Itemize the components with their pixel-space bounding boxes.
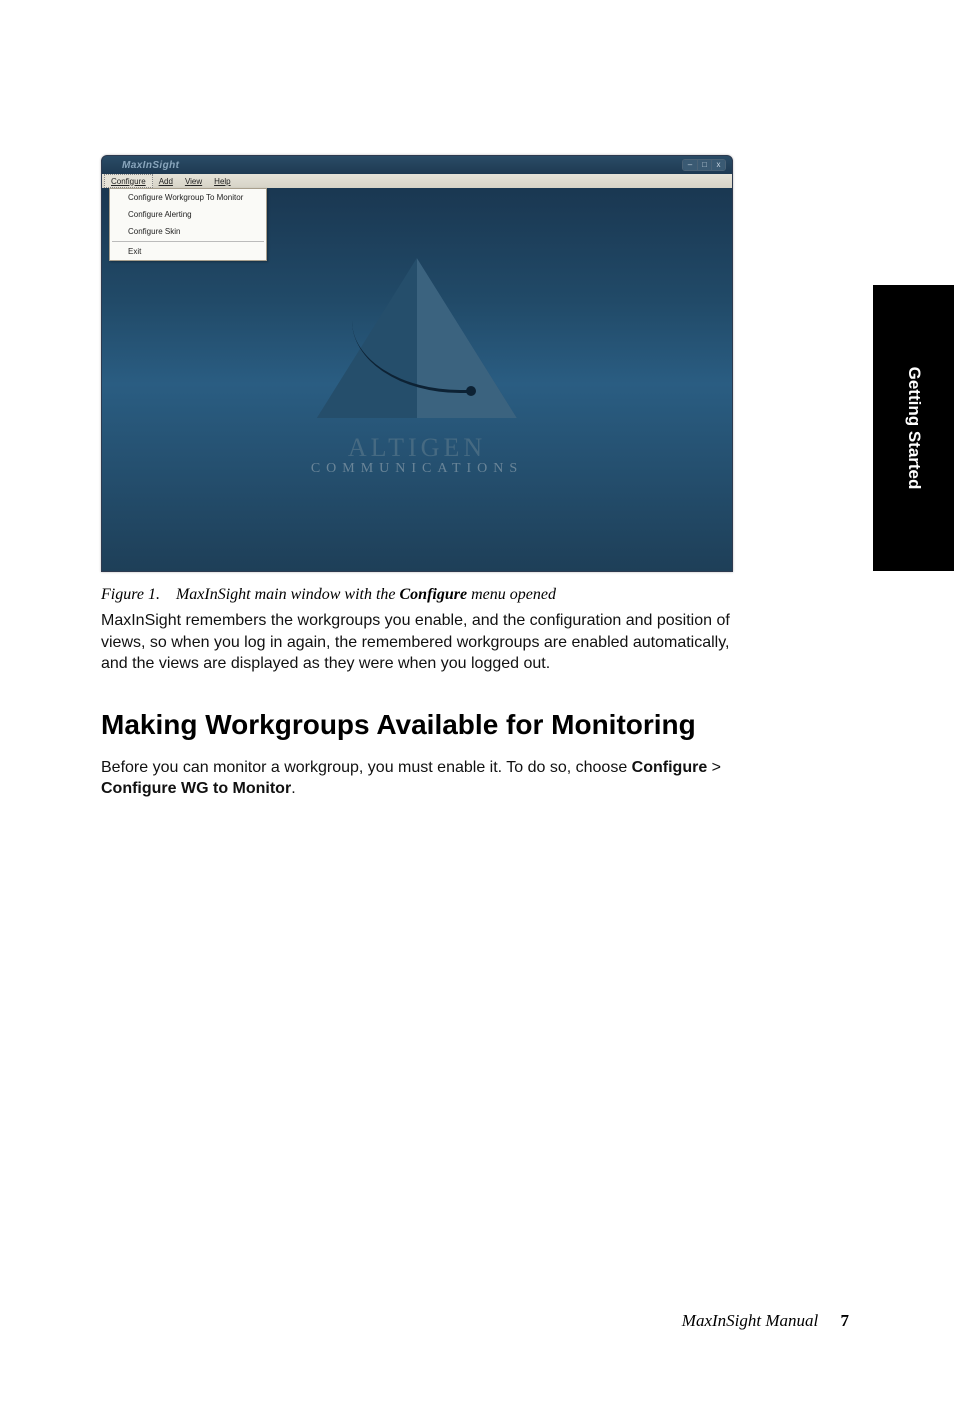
menu-configure[interactable]: Configure [104, 174, 153, 188]
altigen-logo: ALTIGEN COMMUNICATIONS [311, 258, 523, 477]
para2-pre: Before you can monitor a workgroup, you … [101, 759, 632, 776]
chapter-side-tab-label: Getting Started [904, 367, 924, 490]
window-title: MaxInSight [122, 160, 179, 171]
menubar: Configure Add View Help [102, 174, 732, 188]
caption-bold: Configure [400, 586, 468, 603]
para2-bold1: Configure [632, 759, 708, 776]
maxinsight-window: MaxInSight – □ x Configure Add View Help… [101, 155, 733, 572]
menu-view[interactable]: View [179, 174, 208, 188]
window-controls: – □ x [682, 159, 726, 171]
minimize-icon[interactable]: – [683, 160, 697, 170]
para2-post: . [291, 780, 295, 797]
body-paragraph-1: MaxInSight remembers the workgroups you … [101, 610, 741, 675]
logo-text-line2: COMMUNICATIONS [311, 461, 523, 477]
footer-page-number: 7 [841, 1311, 850, 1330]
menu-help[interactable]: Help [208, 174, 236, 188]
body-paragraph-2: Before you can monitor a workgroup, you … [101, 757, 741, 800]
caption-post: menu opened [467, 586, 556, 603]
caption-pre: MaxInSight main window with the [176, 586, 400, 603]
close-icon[interactable]: x [711, 160, 725, 170]
figure-label: Figure 1. [101, 586, 160, 603]
footer-manual-title: MaxInSight Manual [682, 1311, 818, 1330]
window-titlebar: MaxInSight – □ x [102, 156, 732, 174]
para2-bold2: Configure WG to Monitor [101, 780, 291, 797]
para2-sep: > [707, 759, 721, 776]
page-footer: MaxInSight Manual 7 [682, 1311, 849, 1331]
menu-add[interactable]: Add [153, 174, 179, 188]
page-body: MaxInSight – □ x Configure Add View Help… [101, 155, 849, 800]
chapter-side-tab: Getting Started [873, 285, 954, 571]
logo-text-line1: ALTIGEN [311, 433, 523, 463]
section-heading: Making Workgroups Available for Monitori… [101, 709, 849, 741]
app-canvas: ALTIGEN COMMUNICATIONS [102, 188, 732, 571]
maximize-icon[interactable]: □ [697, 160, 711, 170]
figure-caption: Figure 1. MaxInSight main window with th… [101, 586, 849, 604]
